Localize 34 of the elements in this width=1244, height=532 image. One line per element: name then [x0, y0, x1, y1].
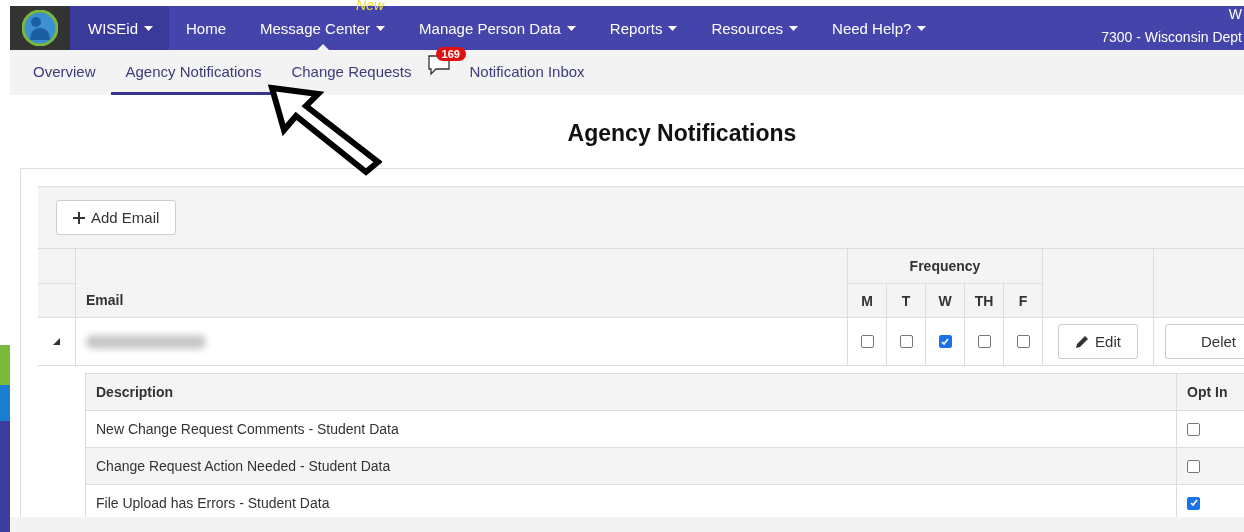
tab[interactable]: Overview — [18, 50, 111, 95]
checkbox[interactable] — [1187, 422, 1200, 436]
edit-button[interactable]: Edit — [1058, 324, 1138, 359]
column-header: Description — [86, 374, 1177, 411]
user-name: W — [1228, 6, 1242, 23]
nav-item[interactable]: Resources — [694, 6, 816, 50]
column-header: Frequency — [848, 249, 1043, 284]
side-strip — [0, 345, 10, 385]
checkbox[interactable] — [1187, 496, 1200, 510]
nav-item[interactable]: Need Help? — [815, 6, 944, 50]
nav-item[interactable]: Manage Person Data — [402, 6, 593, 50]
expand-triangle-icon[interactable] — [53, 338, 60, 345]
delete-button[interactable]: Delet — [1165, 324, 1244, 359]
caret-icon — [144, 25, 153, 31]
table-cell: New Change Request Comments - Student Data — [86, 411, 1177, 448]
logo-icon — [22, 10, 58, 46]
checkbox[interactable] — [1187, 459, 1200, 473]
table-cell: Change Request Action Needed - Student Data — [86, 448, 1177, 485]
checkbox[interactable] — [899, 335, 913, 348]
checkbox[interactable] — [938, 335, 952, 348]
brand-menu[interactable]: WISEid — [70, 6, 169, 50]
nav-item[interactable]: Home — [169, 6, 244, 50]
count-badge: 169 — [435, 47, 466, 61]
nav-item[interactable]: Reports — [592, 6, 695, 50]
agency-name: 7300 - Wisconsin Dept — [1101, 29, 1242, 46]
pencil-icon — [1075, 334, 1090, 349]
column-header: Opt In — [1177, 374, 1244, 411]
checkbox[interactable] — [860, 335, 874, 348]
page-title: Agency Notifications — [567, 120, 797, 147]
plus-icon — [73, 211, 85, 224]
checkbox[interactable] — [1016, 335, 1030, 348]
tab[interactable]: Change Requests — [276, 50, 427, 95]
checkbox[interactable] — [977, 335, 991, 348]
add-email-button[interactable]: Add Email — [56, 200, 177, 235]
